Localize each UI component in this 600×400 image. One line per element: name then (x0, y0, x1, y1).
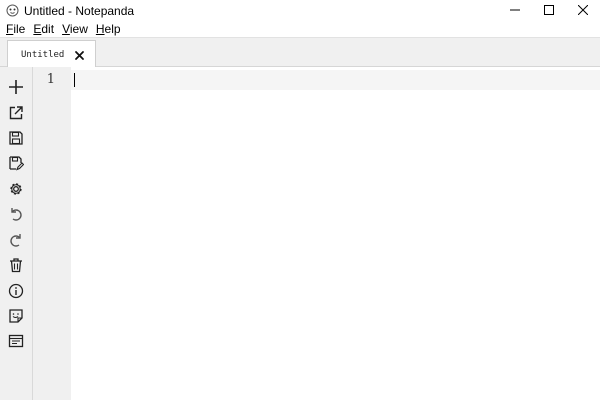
maximize-button[interactable] (532, 0, 566, 21)
menu-view[interactable]: View (59, 21, 91, 37)
menu-edit[interactable]: Edit (30, 21, 57, 37)
new-file-button[interactable] (6, 78, 26, 98)
settings-button[interactable] (6, 180, 26, 200)
tab-bar: Untitled (0, 37, 600, 69)
close-button[interactable] (566, 0, 600, 21)
delete-icon (8, 257, 24, 276)
tab-label: Untitled (21, 50, 65, 60)
save-as-button[interactable] (6, 154, 26, 174)
menu-help-mnemonic: H (95, 22, 105, 36)
menu-view-mnemonic: V (62, 22, 70, 36)
window-title: Untitled - Notepanda (24, 3, 135, 18)
info-icon (8, 283, 24, 302)
notepanda-logo-icon (5, 4, 19, 18)
menu-help-label: elp (104, 22, 121, 36)
preview-button[interactable] (6, 332, 26, 352)
title-bar: Untitled - Notepanda (0, 0, 600, 21)
sticky-note-icon (8, 308, 24, 327)
menu-edit-label: dit (41, 22, 55, 36)
close-tab-icon[interactable] (74, 50, 85, 61)
save-button[interactable] (6, 129, 26, 149)
redo-icon (8, 232, 24, 251)
redo-button[interactable] (6, 231, 26, 251)
menu-file[interactable]: File (3, 21, 28, 37)
open-file-icon (8, 105, 24, 124)
close-icon (577, 4, 589, 18)
minimize-button[interactable] (498, 0, 532, 21)
sticky-note-button[interactable] (6, 307, 26, 327)
delete-button[interactable] (6, 256, 26, 276)
save-as-icon (8, 155, 25, 174)
text-editor[interactable] (71, 67, 600, 400)
save-icon (8, 130, 24, 149)
undo-icon (8, 206, 24, 225)
line-number: 1 (46, 72, 55, 87)
settings-icon (8, 181, 24, 200)
minimize-icon (510, 4, 520, 18)
tab-untitled[interactable]: Untitled (7, 40, 96, 69)
text-caret (74, 73, 75, 87)
menu-bar: File Edit View Help (0, 21, 600, 37)
open-file-button[interactable] (6, 104, 26, 124)
info-button[interactable] (6, 282, 26, 302)
menu-view-label: iew (69, 22, 88, 36)
undo-button[interactable] (6, 205, 26, 225)
line-number-gutter: 1 (33, 67, 71, 400)
current-line-highlight (71, 70, 600, 90)
maximize-icon (544, 4, 554, 18)
preview-icon (8, 333, 24, 352)
menu-help[interactable]: Help (93, 21, 124, 37)
side-toolbar (0, 67, 33, 400)
new-file-icon (8, 79, 24, 98)
menu-file-label: ile (13, 22, 26, 36)
